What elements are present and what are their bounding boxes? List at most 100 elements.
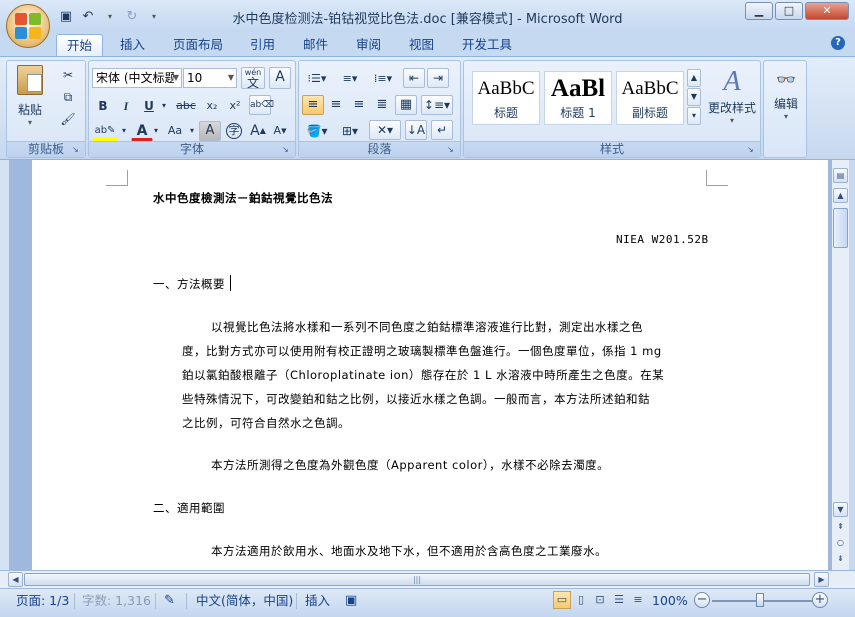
- previous-page-icon[interactable]: ⇞: [833, 520, 848, 535]
- shading-icon[interactable]: 🪣▾: [302, 121, 332, 141]
- strikethrough-button[interactable]: abc: [173, 96, 199, 116]
- align-center-icon[interactable]: ≡: [325, 95, 347, 115]
- shrink-font-icon[interactable]: A▼: [269, 121, 291, 141]
- full-screen-reading-view-icon[interactable]: ▯: [572, 591, 590, 609]
- scroll-down-icon[interactable]: ▼: [833, 502, 848, 517]
- zoom-in-icon[interactable]: +: [812, 592, 828, 608]
- style-heading[interactable]: AaBbC 标题: [472, 71, 540, 125]
- vertical-scrollbar[interactable]: ▤ ▲ ▼ ⇞ ○ ⇟: [831, 160, 849, 570]
- italic-button[interactable]: I: [115, 96, 137, 116]
- page-indicator[interactable]: 页面: 1/3: [16, 592, 69, 610]
- editing-button[interactable]: 👓 编辑 ▾: [766, 65, 806, 135]
- maximize-button[interactable]: □: [775, 2, 803, 20]
- borders-icon[interactable]: ⊞▾: [335, 121, 365, 141]
- sort-icon[interactable]: ↓A: [405, 120, 427, 140]
- asian-layout-icon[interactable]: ✕▾: [369, 120, 401, 140]
- tab-mailings[interactable]: 邮件: [293, 34, 338, 56]
- tab-home[interactable]: 开始: [56, 34, 104, 56]
- highlight-dropdown-icon[interactable]: ▾: [119, 121, 129, 141]
- print-layout-view-icon[interactable]: ▭: [553, 591, 571, 609]
- subscript-button[interactable]: x₂: [201, 96, 223, 116]
- change-styles-button[interactable]: A 更改样式 ▾: [704, 65, 760, 135]
- draft-view-icon[interactable]: ≡: [629, 591, 647, 609]
- cut-icon[interactable]: ✂: [57, 65, 79, 85]
- tab-page-layout[interactable]: 页面布局: [163, 34, 233, 56]
- language-indicator[interactable]: 中文(简体，中国): [196, 592, 293, 610]
- styles-scroll-down-icon[interactable]: ▼: [687, 88, 701, 106]
- font-name-combo[interactable]: 宋体 (中文标题 ▼: [92, 68, 182, 88]
- status-bar: 页面: 1/3 字数: 1,316 ✎ 中文(简体，中国) 插入 ▣ ▭ ▯ ⊡…: [0, 588, 855, 617]
- next-page-icon[interactable]: ⇟: [833, 552, 848, 567]
- style-heading-1[interactable]: AaBl 标题 1: [544, 71, 612, 125]
- horizontal-scrollbar[interactable]: ◀ ||| ▶: [0, 570, 855, 588]
- word-count[interactable]: 字数: 1,316: [82, 592, 151, 610]
- web-layout-view-icon[interactable]: ⊡: [591, 591, 609, 609]
- enclose-characters-icon[interactable]: 字: [223, 121, 245, 141]
- editing-label: 编辑: [773, 97, 798, 111]
- paste-button[interactable]: 粘贴 ▾: [13, 65, 47, 135]
- macro-record-icon[interactable]: ▣: [345, 592, 357, 610]
- styles-scroll-up-icon[interactable]: ▲: [687, 69, 701, 87]
- zoom-slider-thumb[interactable]: [756, 593, 764, 607]
- help-icon[interactable]: ?: [831, 36, 845, 50]
- section-heading-1: 一、方法概要: [153, 277, 225, 291]
- justify-icon[interactable]: ≣: [371, 95, 393, 115]
- highlight-icon[interactable]: ab✎: [92, 121, 118, 141]
- font-color-icon[interactable]: A: [131, 121, 153, 141]
- grow-font-icon[interactable]: A▲: [247, 121, 269, 141]
- close-button[interactable]: ✕: [805, 2, 849, 20]
- show-marks-icon[interactable]: ↵: [431, 120, 453, 140]
- vertical-scroll-thumb[interactable]: [833, 208, 848, 248]
- insert-mode[interactable]: 插入: [305, 592, 330, 610]
- decrease-indent-icon[interactable]: ⇤: [403, 68, 425, 88]
- clear-formatting-icon[interactable]: ab⌫: [249, 95, 274, 115]
- styles-launcher-icon[interactable]: ↘: [747, 145, 757, 155]
- scroll-right-icon[interactable]: ▶: [814, 572, 829, 587]
- character-shading-icon[interactable]: A: [199, 121, 221, 141]
- underline-dropdown-icon[interactable]: ▾: [159, 96, 169, 116]
- outline-view-icon[interactable]: ☰: [610, 591, 628, 609]
- multilevel-list-icon[interactable]: ⁞≡▾: [368, 69, 398, 89]
- zoom-level[interactable]: 100%: [652, 592, 688, 610]
- bold-button[interactable]: B: [92, 96, 114, 116]
- font-size-combo[interactable]: 10 ▼: [183, 68, 237, 88]
- spell-check-icon[interactable]: ✎: [164, 592, 175, 610]
- underline-button[interactable]: U: [138, 96, 160, 116]
- increase-indent-icon[interactable]: ⇥: [427, 68, 449, 88]
- tab-view[interactable]: 视图: [399, 34, 444, 56]
- select-browse-object-icon[interactable]: ○: [833, 536, 848, 551]
- tab-review[interactable]: 审阅: [346, 34, 391, 56]
- superscript-button[interactable]: x²: [224, 96, 246, 116]
- styles-more-icon[interactable]: ▾: [687, 107, 701, 125]
- format-painter-icon[interactable]: 🖌: [57, 109, 79, 129]
- minimize-button[interactable]: ▁: [745, 2, 773, 20]
- zoom-out-icon[interactable]: −: [694, 592, 710, 608]
- line-spacing-icon[interactable]: ↕≡▾: [421, 95, 453, 115]
- font-color-dropdown-icon[interactable]: ▾: [151, 121, 161, 141]
- document-page[interactable]: 水中色度檢測法－鉑鈷視覺比色法 NIEA W201.52B 一、方法概要 以視覺…: [32, 160, 828, 570]
- phonetic-guide-icon[interactable]: wén 文: [241, 67, 265, 89]
- change-case-button[interactable]: Aa: [163, 121, 187, 141]
- numbering-icon[interactable]: ≡▾: [335, 69, 365, 89]
- tab-insert[interactable]: 插入: [110, 34, 155, 56]
- horizontal-scroll-thumb[interactable]: |||: [24, 573, 810, 586]
- align-left-icon[interactable]: ≡: [302, 95, 324, 115]
- office-button[interactable]: [6, 4, 50, 48]
- scroll-left-icon[interactable]: ◀: [8, 572, 23, 587]
- tab-developer[interactable]: 开发工具: [452, 34, 522, 56]
- font-name-dropdown-icon[interactable]: ▼: [173, 69, 179, 87]
- align-right-icon[interactable]: ≡: [348, 95, 370, 115]
- clipboard-launcher-icon[interactable]: ↘: [72, 145, 82, 155]
- copy-icon[interactable]: ⧉: [57, 87, 79, 107]
- view-ruler-icon[interactable]: ▤: [833, 168, 848, 183]
- bullets-icon[interactable]: ⁝☰▾: [302, 69, 332, 89]
- scroll-up-icon[interactable]: ▲: [833, 188, 848, 203]
- character-border-icon[interactable]: A: [269, 67, 291, 89]
- tab-references[interactable]: 引用: [240, 34, 285, 56]
- font-size-dropdown-icon[interactable]: ▼: [228, 69, 234, 87]
- distributed-icon[interactable]: ▦: [395, 95, 417, 115]
- change-case-dropdown-icon[interactable]: ▾: [187, 121, 197, 141]
- style-subtitle[interactable]: AaBbC 副标题: [616, 71, 684, 125]
- font-launcher-icon[interactable]: ↘: [282, 145, 292, 155]
- paragraph-launcher-icon[interactable]: ↘: [447, 145, 457, 155]
